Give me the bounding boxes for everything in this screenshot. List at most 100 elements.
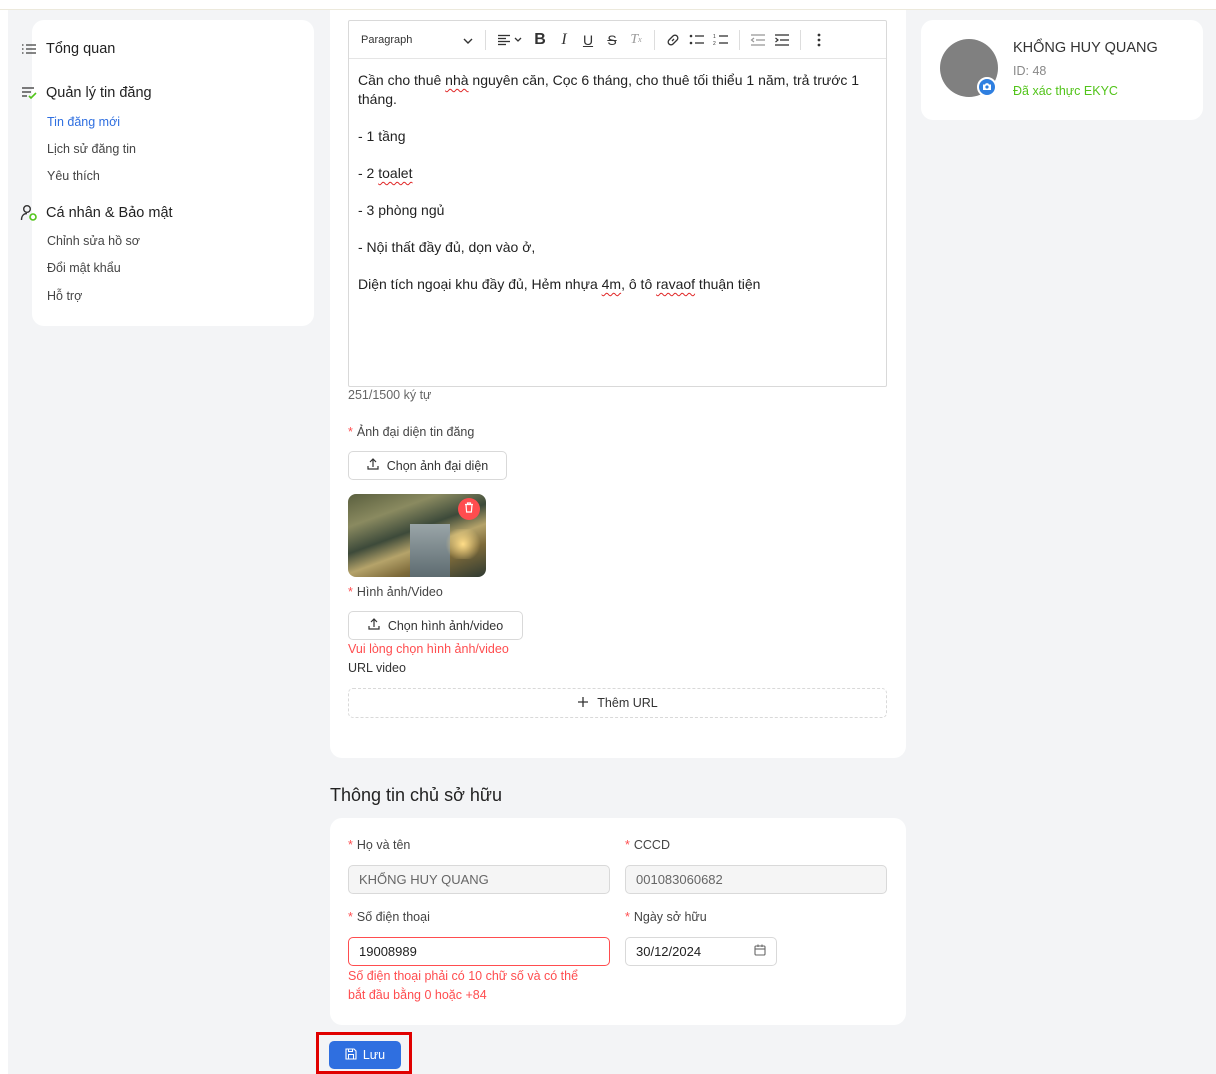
cover-image-label-text: Ảnh đại diện tin đăng bbox=[356, 425, 475, 439]
upload-icon bbox=[368, 618, 380, 633]
toolbar-divider bbox=[800, 29, 801, 50]
thumbnail-detail bbox=[443, 529, 483, 559]
choose-cover-image-button[interactable]: Chọn ảnh đại diện bbox=[348, 451, 507, 480]
change-avatar-button[interactable] bbox=[977, 77, 997, 97]
bold-icon[interactable]: B bbox=[529, 29, 551, 51]
id-card-label-text: CCCD bbox=[633, 838, 670, 852]
svg-text:1: 1 bbox=[713, 34, 716, 40]
list-icon bbox=[20, 40, 38, 58]
media-error-message: Vui lòng chọn hình ảnh/video bbox=[348, 642, 509, 656]
numbered-list-icon[interactable]: 12 bbox=[710, 29, 732, 51]
editor-paragraph: - 3 phòng ngủ bbox=[358, 202, 445, 218]
id-card-label: * CCCD bbox=[625, 838, 670, 852]
delete-image-button[interactable] bbox=[458, 498, 480, 520]
required-asterisk: * bbox=[348, 425, 353, 439]
error-line: Số điện thoại phải có 10 chữ số và có th… bbox=[348, 969, 579, 983]
sidebar-item-label: Tổng quan bbox=[46, 41, 116, 57]
add-url-button[interactable]: Thêm URL bbox=[348, 688, 887, 718]
media-label-text: Hình ảnh/Video bbox=[356, 585, 443, 599]
text-run: thuận tiện bbox=[695, 276, 761, 292]
editor-paragraph: - Nội thất đầy đủ, dọn vào ở, bbox=[358, 239, 536, 255]
profile-id: ID: 48 bbox=[1013, 64, 1047, 78]
full-name-label: * Họ và tên bbox=[348, 838, 410, 852]
button-label: Lưu bbox=[362, 1048, 386, 1062]
phone-error-message: Số điện thoại phải có 10 chữ số và có th… bbox=[348, 967, 578, 1005]
camera-icon bbox=[982, 78, 992, 96]
button-label: Thêm URL bbox=[597, 696, 658, 710]
upload-icon bbox=[367, 458, 379, 473]
rich-text-editor[interactable]: Paragraph B I U S Tx 12 Cần cho thuê nhà… bbox=[348, 20, 887, 387]
indent-icon[interactable] bbox=[771, 29, 793, 51]
plus-icon bbox=[577, 696, 589, 711]
ownership-date-picker[interactable]: 30/12/2024 bbox=[625, 937, 777, 966]
sidebar-item-new-listing[interactable]: Tin đăng mới bbox=[47, 115, 120, 129]
media-label: * Hình ảnh/Video bbox=[348, 585, 443, 599]
text-run: ravaof bbox=[656, 276, 696, 292]
sidebar-item-overview[interactable]: Tổng quan bbox=[20, 40, 115, 58]
svg-text:2: 2 bbox=[713, 41, 716, 47]
more-options-icon[interactable] bbox=[808, 29, 830, 51]
error-line: bắt đầu bằng 0 hoặc +84 bbox=[348, 988, 487, 1002]
owner-section-title: Thông tin chủ sở hữu bbox=[330, 785, 502, 805]
text-run: 4m bbox=[601, 276, 622, 292]
required-asterisk: * bbox=[348, 910, 353, 924]
sidebar-item-listing-management[interactable]: Quản lý tin đăng bbox=[20, 84, 152, 102]
text-run: toalet bbox=[378, 165, 413, 181]
button-label: Chọn ảnh đại diện bbox=[386, 458, 489, 473]
italic-icon[interactable]: I bbox=[553, 29, 575, 51]
outdent-icon[interactable] bbox=[747, 29, 769, 51]
required-asterisk: * bbox=[348, 838, 353, 852]
verification-status: Đã xác thực EKYC bbox=[1013, 84, 1118, 98]
save-icon bbox=[345, 1047, 357, 1063]
trash-icon bbox=[464, 500, 474, 518]
ownership-date-label: * Ngày sở hữu bbox=[625, 910, 707, 924]
phone-label-text: Số điện thoại bbox=[356, 910, 430, 924]
block-format-select[interactable]: Paragraph bbox=[361, 33, 479, 47]
text-run: - 2 bbox=[358, 165, 379, 181]
text-run: , ô tô bbox=[621, 276, 657, 292]
link-icon[interactable] bbox=[662, 29, 684, 51]
full-name-label-text: Họ và tên bbox=[356, 838, 411, 852]
sidebar-item-label: Cá nhân & Bảo mật bbox=[46, 205, 173, 221]
align-left-icon[interactable] bbox=[493, 29, 527, 51]
required-asterisk: * bbox=[625, 838, 630, 852]
cover-image-label: * Ảnh đại diện tin đăng bbox=[348, 425, 474, 439]
phone-input[interactable]: 19008989 bbox=[348, 937, 610, 966]
sidebar-item-label: Quản lý tin đăng bbox=[46, 85, 152, 101]
clear-format-icon[interactable]: Tx bbox=[625, 29, 647, 51]
sidebar-item-support[interactable]: Hỗ trợ bbox=[47, 289, 82, 303]
full-name-input[interactable]: KHỔNG HUY QUANG bbox=[348, 865, 610, 894]
bullet-list-icon[interactable] bbox=[686, 29, 708, 51]
ownership-date-label-text: Ngày sở hữu bbox=[633, 910, 707, 924]
text-run: Cần cho thuê bbox=[358, 72, 446, 88]
text-run: nhà bbox=[445, 72, 469, 88]
editor-content[interactable]: Cần cho thuê nhà nguyên căn, Cọc 6 tháng… bbox=[349, 59, 886, 324]
toolbar-divider bbox=[485, 29, 486, 50]
id-card-input[interactable]: 001083060682 bbox=[625, 865, 887, 894]
sidebar-item-change-password[interactable]: Đổi mật khẩu bbox=[47, 261, 121, 275]
editor-paragraph: - 2 toalet bbox=[358, 164, 877, 183]
video-url-label: URL video bbox=[348, 661, 406, 675]
sidebar-item-favorites[interactable]: Yêu thích bbox=[47, 169, 100, 183]
chevron-down-icon bbox=[463, 33, 473, 47]
editor-paragraph: Cần cho thuê nhà nguyên căn, Cọc 6 tháng… bbox=[358, 71, 877, 109]
required-asterisk: * bbox=[348, 585, 353, 599]
sidebar-item-edit-profile[interactable]: Chỉnh sửa hồ sơ bbox=[47, 234, 140, 248]
toolbar-divider bbox=[739, 29, 740, 50]
underline-icon[interactable]: U bbox=[577, 29, 599, 51]
toolbar-divider bbox=[654, 29, 655, 50]
phone-label: * Số điện thoại bbox=[348, 910, 430, 924]
required-asterisk: * bbox=[625, 910, 630, 924]
sidebar-item-personal-security[interactable]: Cá nhân & Bảo mật bbox=[20, 204, 173, 222]
choose-media-button[interactable]: Chọn hình ảnh/video bbox=[348, 611, 523, 640]
calendar-icon bbox=[754, 944, 766, 959]
editor-paragraph: Diện tích ngoại khu đầy đủ, Hẻm nhựa 4m,… bbox=[358, 275, 877, 294]
editor-toolbar: Paragraph B I U S Tx 12 bbox=[349, 21, 886, 59]
button-label: Chọn hình ảnh/video bbox=[387, 618, 504, 633]
sidebar-item-listing-history[interactable]: Lịch sử đăng tin bbox=[47, 142, 136, 156]
user-settings-icon bbox=[20, 204, 38, 222]
char-count: 251/1500 ký tự bbox=[348, 388, 432, 402]
strikethrough-icon[interactable]: S bbox=[601, 29, 623, 51]
save-button[interactable]: Lưu bbox=[329, 1041, 401, 1069]
list-check-icon bbox=[20, 84, 38, 102]
